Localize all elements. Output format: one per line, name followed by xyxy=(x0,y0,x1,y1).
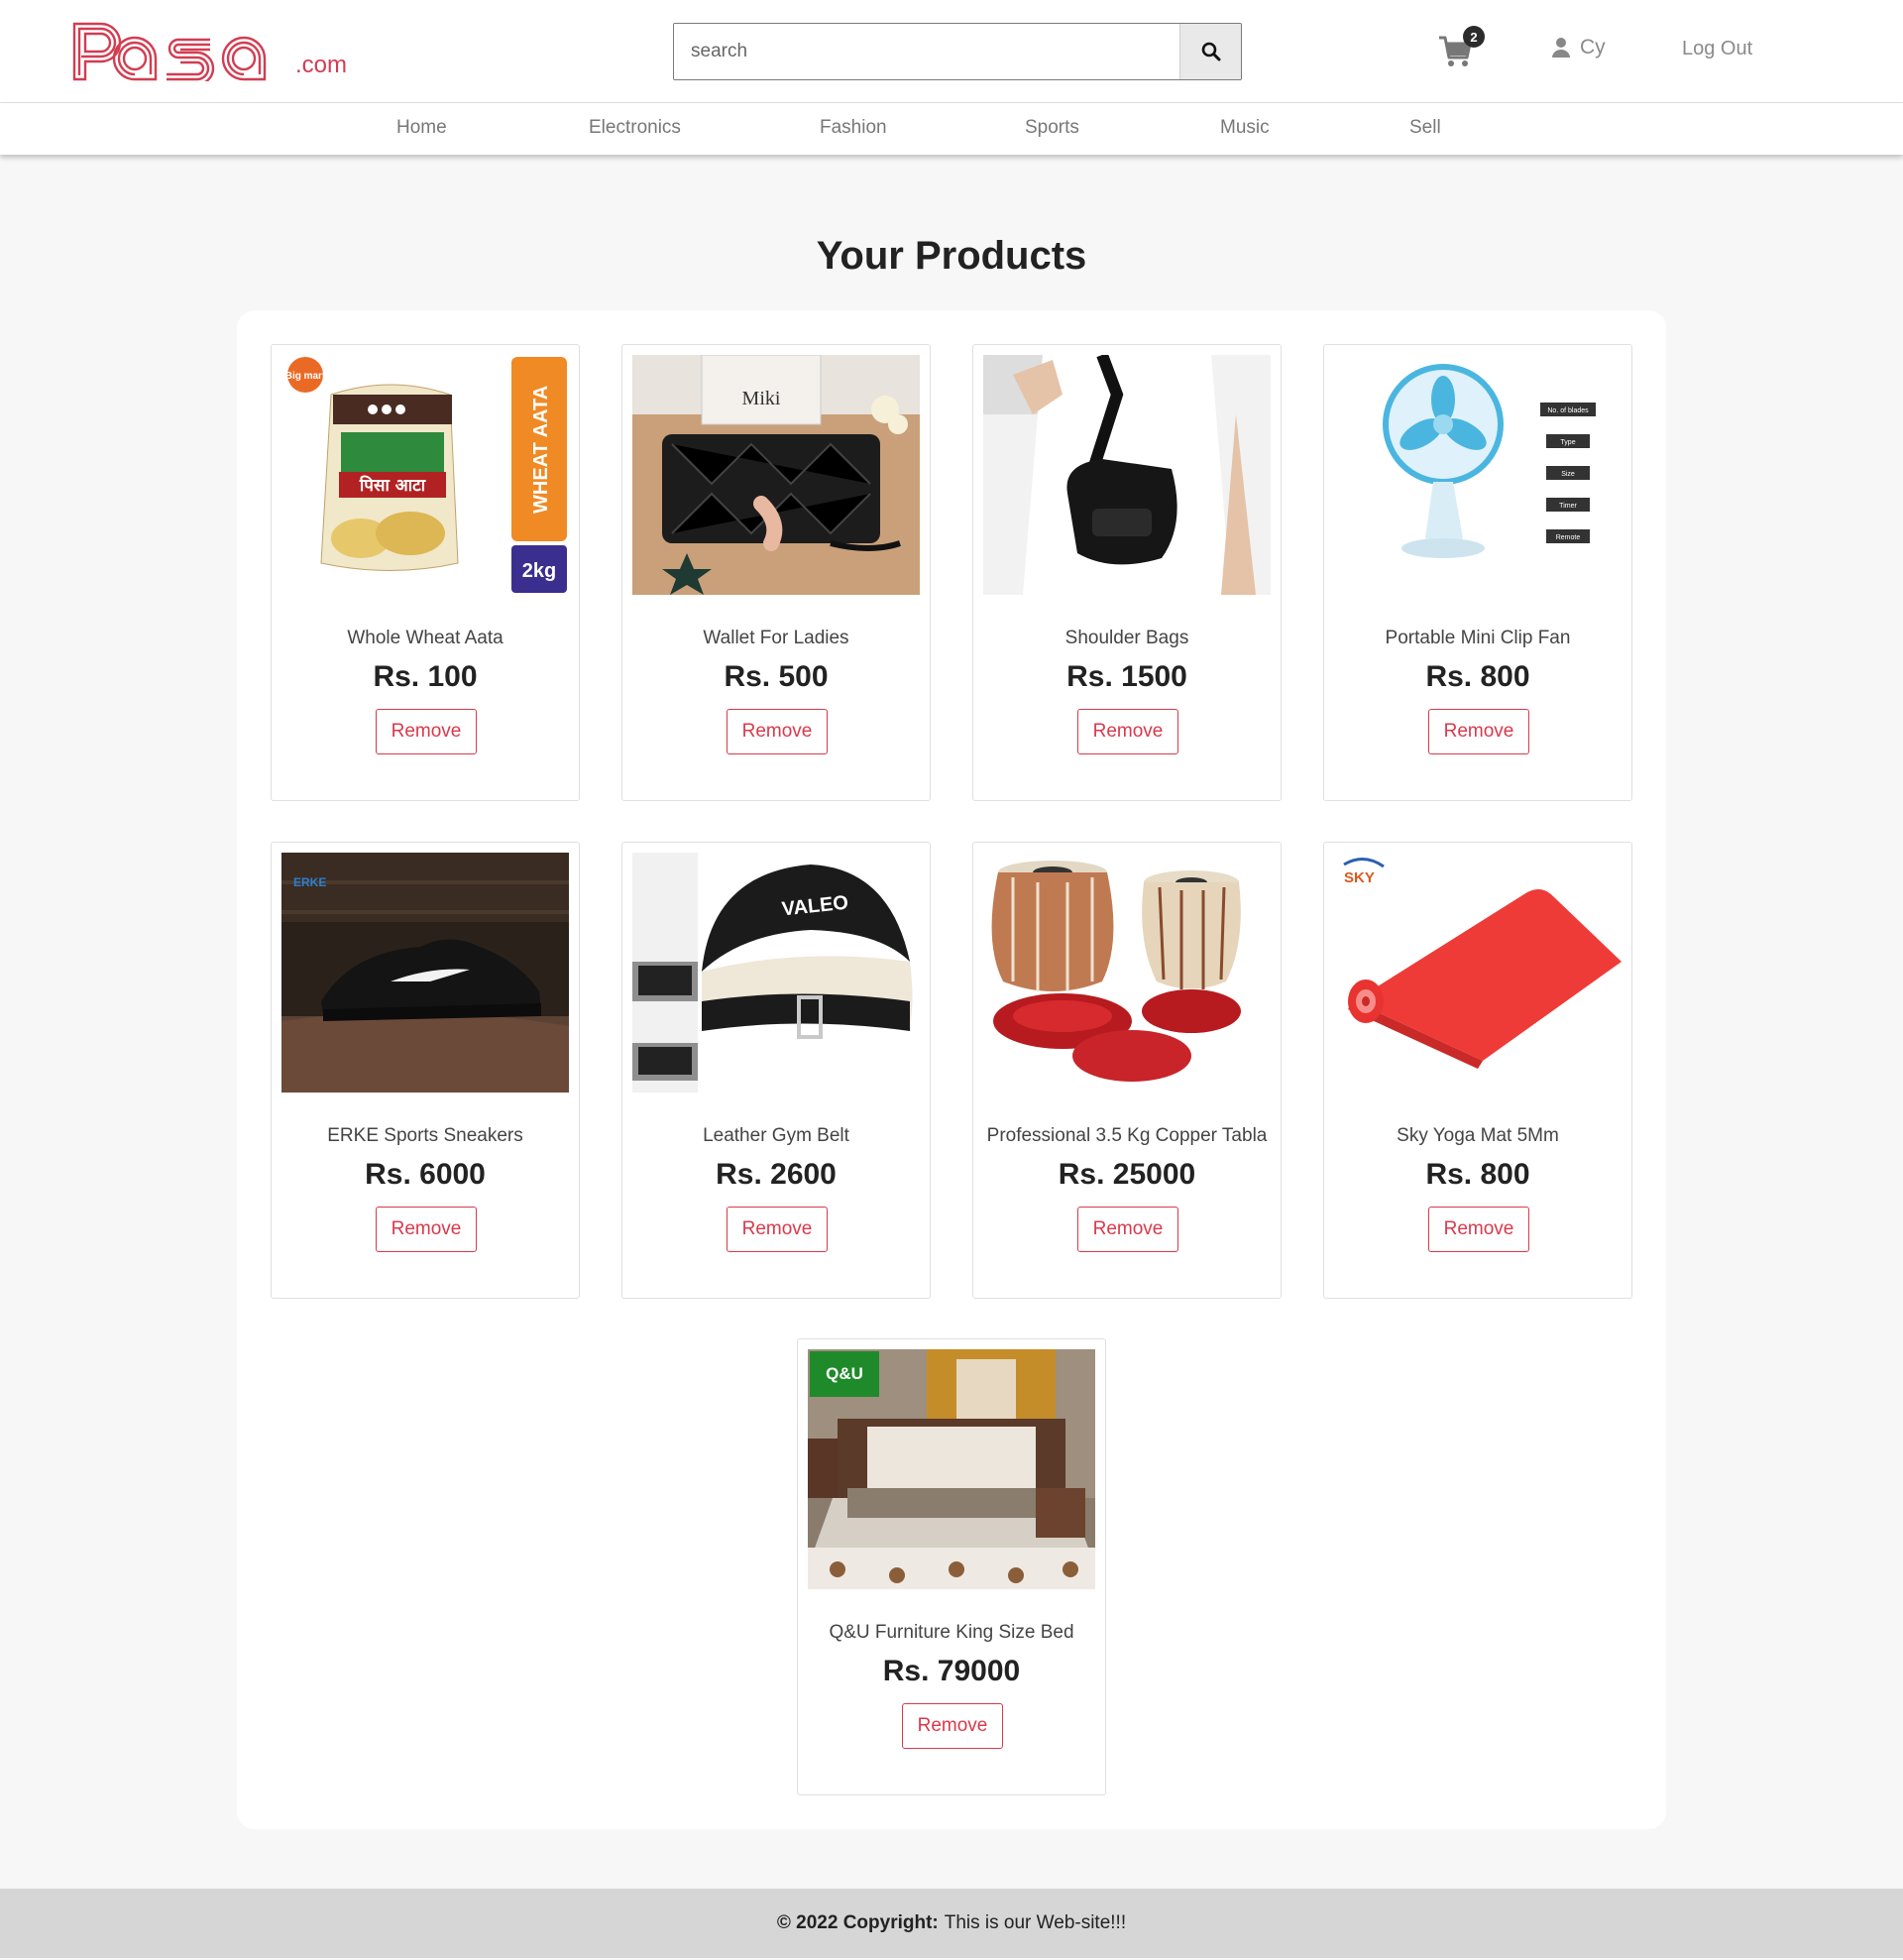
svg-text:SKY: SKY xyxy=(1344,869,1375,886)
top-header: .com 2 Cy Log Out xyxy=(0,0,1903,103)
product-name: Leather Gym Belt xyxy=(703,1125,849,1146)
product-image-bag xyxy=(983,355,1271,595)
logo-suffix: .com xyxy=(295,52,348,78)
svg-text:Size: Size xyxy=(1561,471,1575,478)
product-price: Rs. 800 xyxy=(1425,1158,1530,1191)
remove-button[interactable]: Remove xyxy=(376,709,477,754)
product-price: Rs. 800 xyxy=(1425,660,1530,693)
svg-text:Miki: Miki xyxy=(742,388,781,409)
user-menu[interactable]: Cy xyxy=(1552,36,1606,59)
nav-item-electronics[interactable]: Electronics xyxy=(589,117,681,139)
page-title: Your Products xyxy=(816,234,1087,278)
product-card: No. of blades Type Size Timer Remote Por… xyxy=(1323,344,1632,801)
footer-copyright: © 2022 Copyright: xyxy=(776,1912,939,1933)
nav-item-sports[interactable]: Sports xyxy=(1025,117,1079,139)
remove-button[interactable]: Remove xyxy=(1077,709,1178,754)
remove-button[interactable]: Remove xyxy=(1428,709,1529,754)
svg-text:Q&U: Q&U xyxy=(826,1364,863,1383)
nav-item-sell[interactable]: Sell xyxy=(1409,117,1441,139)
product-name: ERKE Sports Sneakers xyxy=(327,1125,523,1146)
product-name: Q&U Furniture King Size Bed xyxy=(829,1622,1074,1643)
remove-button[interactable]: Remove xyxy=(727,709,828,754)
site-logo[interactable]: .com xyxy=(71,20,347,81)
product-image-tabla xyxy=(983,853,1271,1093)
footer-text: This is our Web-site!!! xyxy=(944,1912,1127,1933)
product-image-bed: Q&U xyxy=(808,1349,1095,1589)
remove-button[interactable]: Remove xyxy=(902,1703,1003,1749)
product-image-belt: VALEO xyxy=(632,853,920,1093)
product-image-sneakers: ERKE xyxy=(281,853,569,1093)
svg-text:Type: Type xyxy=(1560,439,1575,446)
nav-item-home[interactable]: Home xyxy=(396,117,447,139)
product-price: Rs. 1500 xyxy=(1066,660,1187,693)
svg-text:ERKE: ERKE xyxy=(293,875,326,889)
cart-count-badge: 2 xyxy=(1463,26,1485,48)
svg-text:WHEAT AATA: WHEAT AATA xyxy=(530,386,552,514)
product-price: Rs. 500 xyxy=(724,660,829,693)
product-name: Sky Yoga Mat 5Mm xyxy=(1397,1125,1559,1146)
product-card: Shoulder Bags Rs. 1500 Remove xyxy=(972,344,1282,801)
logout-link[interactable]: Log Out xyxy=(1682,38,1752,60)
search-bar xyxy=(673,23,1242,80)
category-nav: Home Electronics Fashion Sports Music Se… xyxy=(0,103,1903,155)
product-image-aata: Big mart पिसा आटा WHEAT AATA 2kg xyxy=(281,355,569,595)
product-name: Shoulder Bags xyxy=(1064,628,1189,648)
remove-button[interactable]: Remove xyxy=(727,1207,828,1252)
product-price: Rs. 79000 xyxy=(882,1655,1021,1687)
product-card: VALEO Leather Gym Belt Rs. 2600 Remove xyxy=(621,842,931,1299)
remove-button[interactable]: Remove xyxy=(376,1207,477,1252)
product-name: Whole Wheat Aata xyxy=(347,628,504,648)
cart-button[interactable]: 2 xyxy=(1437,26,1485,73)
product-card: Big mart पिसा आटा WHEAT AATA 2kg Whole W… xyxy=(271,344,580,801)
svg-text:Timer: Timer xyxy=(1559,503,1577,510)
remove-button[interactable]: Remove xyxy=(1077,1207,1178,1252)
svg-text:2kg: 2kg xyxy=(522,560,556,582)
product-image-wallet: Miki xyxy=(632,355,920,595)
remove-button[interactable]: Remove xyxy=(1428,1207,1529,1252)
user-name: Cy xyxy=(1580,36,1606,58)
product-card: Professional 3.5 Kg Copper Tabla Rs. 250… xyxy=(972,842,1282,1299)
product-name: Wallet For Ladies xyxy=(703,628,849,648)
svg-text:पिसा आटा: पिसा आटा xyxy=(359,475,426,496)
product-name: Professional 3.5 Kg Copper Tabla xyxy=(986,1125,1268,1146)
search-button[interactable] xyxy=(1179,24,1241,79)
product-image-fan: No. of blades Type Size Timer Remote xyxy=(1334,355,1622,595)
product-card: ERKE ERKE Sports Sneakers Rs. 6000 Remov… xyxy=(271,842,580,1299)
svg-text:Remote: Remote xyxy=(1556,534,1581,541)
products-panel: Big mart पिसा आटा WHEAT AATA 2kg Whole W… xyxy=(237,310,1666,1829)
product-price: Rs. 6000 xyxy=(365,1158,486,1191)
svg-text:Big mart: Big mart xyxy=(285,371,326,382)
search-icon xyxy=(1201,42,1220,61)
product-image-yoga-mat: SKY xyxy=(1334,853,1622,1093)
nav-item-fashion[interactable]: Fashion xyxy=(820,117,887,139)
logo-wordmark xyxy=(72,22,267,81)
product-price: Rs. 25000 xyxy=(1058,1158,1196,1191)
product-price: Rs. 100 xyxy=(373,660,478,693)
search-input[interactable] xyxy=(674,24,1179,79)
nav-item-music[interactable]: Music xyxy=(1220,117,1270,139)
footer: © 2022 Copyright: This is our Web-site!!… xyxy=(0,1889,1903,1958)
product-card: Miki Wallet For Ladies Rs. 500 Remove xyxy=(621,344,931,801)
product-card: Q&U Q&U Furniture King Size Bed Rs. 7900… xyxy=(797,1338,1106,1795)
user-icon xyxy=(1552,38,1570,58)
product-name: Portable Mini Clip Fan xyxy=(1385,628,1571,648)
product-price: Rs. 2600 xyxy=(716,1158,837,1191)
svg-text:No. of blades: No. of blades xyxy=(1547,407,1589,414)
product-card: SKY Sky Yoga Mat 5Mm Rs. 800 Remove xyxy=(1323,842,1632,1299)
